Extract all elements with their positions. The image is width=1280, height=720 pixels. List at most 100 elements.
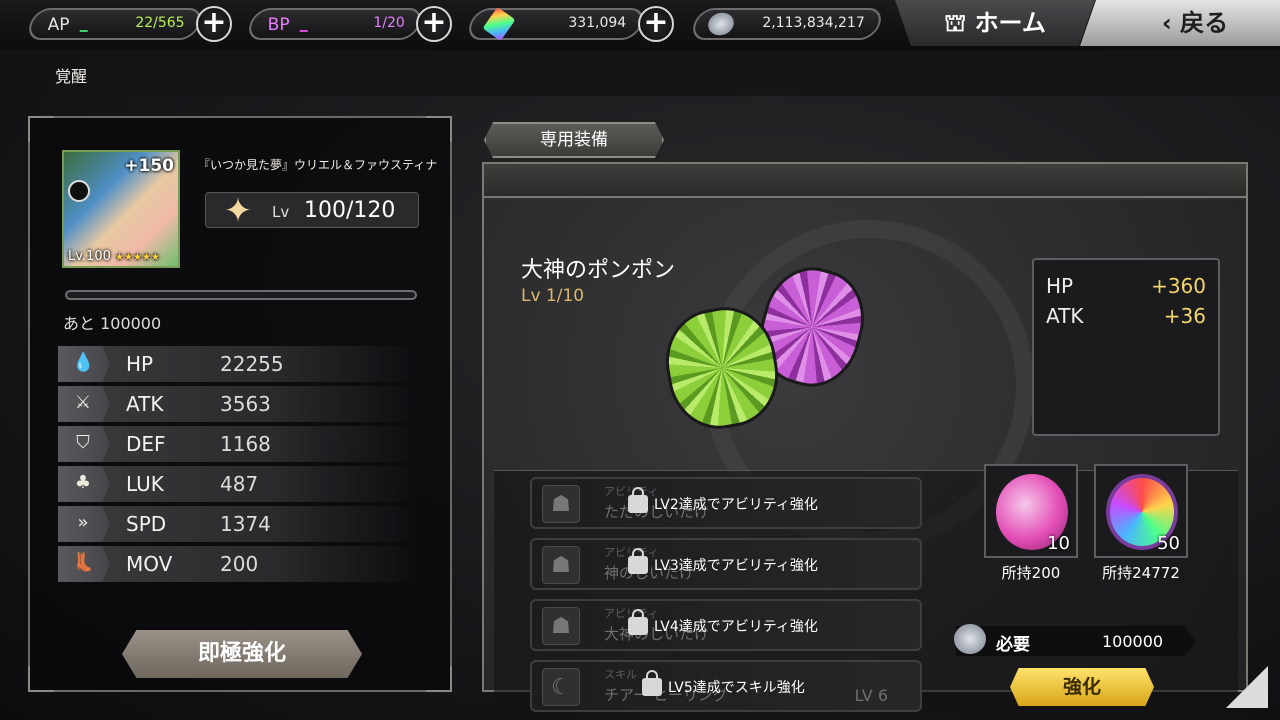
instant-max-enhance-button[interactable]: 即極強化 bbox=[122, 630, 362, 678]
coin-icon bbox=[954, 624, 986, 654]
back-label: 戻る bbox=[1180, 9, 1229, 37]
tab-exclusive-equipment[interactable]: 専用装備 bbox=[484, 122, 664, 158]
stat-value: 200 bbox=[220, 552, 259, 576]
bonus-name: ATK bbox=[1046, 304, 1084, 328]
equipment-level: Lv 1/10 bbox=[521, 286, 585, 306]
drop-icon: 💧 bbox=[72, 352, 95, 373]
portrait-level: Lv.100 ★★★★★ bbox=[68, 249, 160, 264]
frame-corner bbox=[28, 666, 54, 692]
ability-row[interactable]: ☗ アビリティ 神のしいたけ LV3達成でアビリティ強化 bbox=[530, 538, 922, 590]
sword-icon: ⚔ bbox=[74, 392, 92, 413]
stat-row-hp: 💧 HP 22255 bbox=[58, 346, 420, 382]
gem-value: 331,094 bbox=[568, 15, 627, 31]
equipment-name: 大神のポンポン bbox=[521, 258, 676, 283]
level-box: ✦ Lv 100/120 bbox=[205, 191, 419, 231]
resource-bar: AP 22/565 + BP 1/20 + 331,094 + 2,113,83… bbox=[0, 0, 1280, 50]
material-owned: 所持200 bbox=[1001, 564, 1061, 582]
home-button[interactable]: ⛫ ホーム bbox=[895, 0, 1095, 46]
stat-name: ATK bbox=[126, 392, 164, 416]
exp-progress-bar bbox=[65, 290, 417, 300]
level-label: Lv bbox=[272, 203, 290, 221]
bonus-value: +360 bbox=[1151, 274, 1206, 298]
stat-row-def: ⛉ DEF 1168 bbox=[58, 426, 420, 462]
stat-name: LUK bbox=[126, 472, 164, 496]
bonus-stats-box: HP +360 ATK +36 bbox=[1032, 258, 1220, 436]
stat-row-mov: 👢 MOV 200 bbox=[58, 546, 420, 582]
stat-name: HP bbox=[126, 352, 154, 376]
equipment-panel: 大神のポンポン Lv 1/10 HP +360 ATK +36 ☗ アビリティ … bbox=[482, 162, 1248, 718]
material-slot-orb[interactable]: 50 bbox=[1094, 464, 1188, 558]
shield-icon: ⛉ bbox=[76, 432, 90, 453]
bp-add-button[interactable]: + bbox=[416, 6, 452, 42]
bp-label: BP bbox=[267, 15, 290, 35]
unlock-condition: LV2達成でアビリティ強化 bbox=[654, 497, 818, 513]
ability-row[interactable]: ☗ アビリティ ただのしいたけ LV2達成でアビリティ強化 bbox=[530, 477, 922, 529]
ap-fill bbox=[79, 30, 88, 32]
character-name: 『いつか見た夢』ウリエル＆ファウスティナ bbox=[198, 158, 438, 172]
stat-icon-cell: 👢 bbox=[58, 546, 110, 582]
stat-value: 1374 bbox=[220, 512, 271, 536]
stat-icon-cell: ♣ bbox=[58, 466, 110, 502]
home-label: ホーム bbox=[974, 9, 1046, 37]
head-silhouette-icon: ☗ bbox=[542, 546, 580, 584]
chevron-left-icon: ‹ bbox=[1161, 9, 1172, 37]
frame-corner bbox=[426, 116, 452, 142]
character-panel: +150 Lv.100 ★★★★★ 『いつか見た夢』ウリエル＆ファウスティナ ✦… bbox=[28, 116, 452, 692]
required-value: 100000 bbox=[1102, 632, 1164, 651]
unlock-condition: LV4達成でアビリティ強化 bbox=[654, 619, 818, 635]
bp-fill bbox=[299, 30, 308, 32]
material-slot-crystal[interactable]: 10 bbox=[984, 464, 1078, 558]
lock-icon bbox=[628, 609, 648, 635]
lock-icon bbox=[628, 487, 648, 513]
stat-value: 22255 bbox=[220, 352, 284, 376]
frame-corner bbox=[426, 666, 452, 692]
stat-icon-cell: » bbox=[58, 506, 110, 542]
required-label: 必要 bbox=[996, 635, 1030, 655]
stat-value: 1168 bbox=[220, 432, 271, 456]
ability-row[interactable]: ☗ アビリティ 大神のしいたけ LV4達成でアビリティ強化 bbox=[530, 599, 922, 651]
rarity-stars: ★★★★★ bbox=[115, 252, 160, 263]
stat-row-atk: ⚔ ATK 3563 bbox=[58, 386, 420, 422]
plus-value: +150 bbox=[124, 156, 174, 176]
stat-icon-cell: ⚔ bbox=[58, 386, 110, 422]
stat-row-luk: ♣ LUK 487 bbox=[58, 466, 420, 502]
ap-add-button[interactable]: + bbox=[196, 6, 232, 42]
material-quantity: 50 bbox=[1157, 533, 1180, 554]
portrait-level-text: Lv.100 bbox=[68, 249, 111, 264]
class-icon bbox=[68, 180, 90, 202]
unlock-condition: LV3達成でアビリティ強化 bbox=[654, 558, 818, 574]
double-chevron-icon: » bbox=[77, 512, 89, 533]
lock-icon bbox=[628, 548, 648, 574]
bp-gauge: BP 1/20 bbox=[244, 8, 426, 40]
boot-icon: 👢 bbox=[72, 552, 95, 573]
clover-icon: ♣ bbox=[74, 472, 92, 493]
frame-corner bbox=[28, 116, 54, 142]
stat-value: 487 bbox=[220, 472, 259, 496]
back-button[interactable]: ‹ 戻る bbox=[1080, 0, 1280, 46]
bp-value: 1/20 bbox=[372, 15, 405, 31]
skill-level: LV 6 bbox=[854, 686, 888, 705]
stat-name: DEF bbox=[126, 432, 166, 456]
ability-type: スキル bbox=[604, 668, 637, 681]
coin-value: 2,113,834,217 bbox=[761, 15, 865, 31]
stat-icon-cell: ⛉ bbox=[58, 426, 110, 462]
enhance-button[interactable]: 強化 bbox=[1010, 668, 1154, 706]
gem-add-button[interactable]: + bbox=[638, 6, 674, 42]
panel-header bbox=[484, 164, 1246, 198]
character-portrait[interactable]: +150 Lv.100 ★★★★★ bbox=[62, 150, 180, 268]
page-title: 覚醒 bbox=[55, 67, 88, 86]
bonus-name: HP bbox=[1046, 274, 1074, 298]
unlock-condition: LV5達成でスキル強化 bbox=[668, 680, 805, 696]
stat-value: 3563 bbox=[220, 392, 271, 416]
stat-name: SPD bbox=[126, 512, 167, 536]
skill-row[interactable]: ☾ スキル チアー ヒーリング LV5達成でスキル強化 LV 6 bbox=[530, 660, 922, 712]
stat-row-spd: » SPD 1374 bbox=[58, 506, 420, 542]
exp-remaining: あと 100000 bbox=[63, 314, 162, 333]
material-quantity: 10 bbox=[1047, 533, 1070, 554]
castle-icon: ⛫ bbox=[944, 9, 967, 37]
crescent-icon: ☾ bbox=[542, 668, 580, 706]
awaken-star-icon: ✦ bbox=[223, 191, 253, 231]
level-value: 100/120 bbox=[304, 198, 396, 223]
material-owned: 所持24772 bbox=[1102, 564, 1180, 582]
ap-gauge: AP 22/565 bbox=[24, 8, 206, 40]
